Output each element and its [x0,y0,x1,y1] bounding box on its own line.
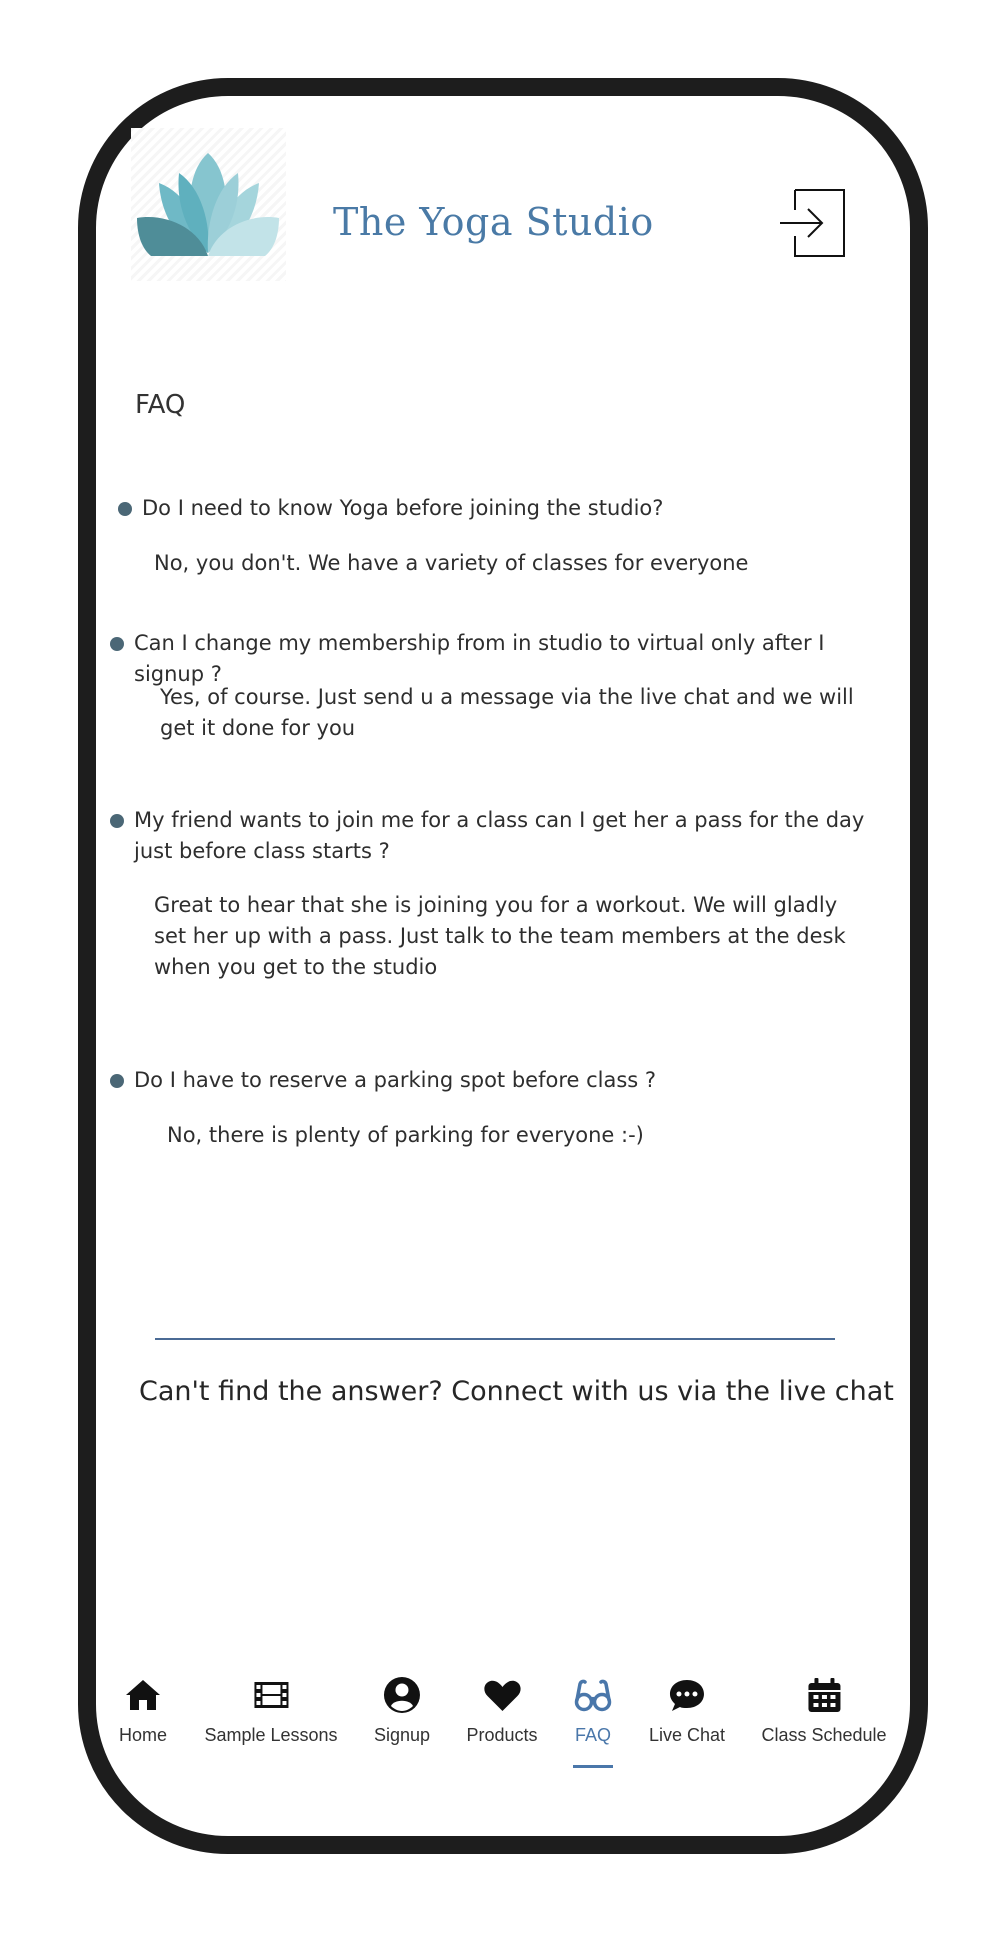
faq-item: Do I have to reserve a parking spot befo… [110,1065,890,1147]
user-circle-icon [384,1677,420,1713]
bullet-icon [110,814,124,828]
nav-item-signup[interactable]: Signup [374,1675,430,1746]
nav-item-faq[interactable]: FAQ [573,1675,613,1746]
faq-item: My friend wants to join me for a class c… [110,805,890,979]
nav-label: Sample Lessons [204,1725,338,1745]
faq-question: Do I have to reserve a parking spot befo… [134,1068,657,1092]
nav-label: FAQ [574,1725,611,1745]
film-icon [253,1682,288,1708]
heart-icon [483,1680,521,1711]
nav-label: Class Schedule [761,1725,887,1745]
active-tab-indicator [573,1765,613,1768]
live-chat-prompt: Can't find the answer? Connect with us v… [139,1376,894,1407]
nav-item-live-chat[interactable]: Live Chat [649,1675,725,1746]
faq-answer: No, there is plenty of parking for every… [167,1123,644,1147]
page-title: FAQ [135,390,186,420]
faq-answer: Great to hear that she is joining you fo… [154,893,846,979]
faq-answer: No, you don't. We have a variety of clas… [154,551,749,575]
nav-label: Signup [373,1725,431,1745]
divider [155,1338,835,1340]
nav-item-products[interactable]: Products [466,1675,538,1746]
nav-item-home[interactable]: Home [119,1675,167,1746]
nav-item-class-schedule[interactable]: Class Schedule [761,1675,887,1746]
home-icon [125,1680,160,1710]
brand-title: The Yoga Studio [333,200,654,244]
glasses-icon [574,1679,612,1712]
faq-question: Can I change my membership from in studi… [134,631,825,686]
faq-question-row: Do I have to reserve a parking spot befo… [110,1065,890,1096]
login-icon [780,189,845,257]
nav-label: Live Chat [648,1725,726,1745]
bullet-icon [110,637,124,651]
faq-question: Do I need to know Yoga before joining th… [142,496,664,520]
faq-item: Can I change my membership from in studi… [110,628,890,740]
nav-item-sample-lessons[interactable]: Sample Lessons [204,1675,338,1746]
lotus-logo-icon [131,128,286,281]
bottom-nav: Home Sample Lessons Signup Products FAQ … [0,1675,1007,1775]
chat-icon [669,1680,704,1711]
bullet-icon [110,1074,124,1088]
faq-question-row: My friend wants to join me for a class c… [110,805,880,867]
nav-label: Home [118,1725,168,1745]
faq-question-row: Do I need to know Yoga before joining th… [118,493,890,524]
login-button[interactable] [778,186,848,260]
faq-question-row: Can I change my membership from in studi… [110,628,890,690]
faq-item: Do I need to know Yoga before joining th… [110,493,890,575]
nav-label: Products [466,1725,538,1745]
faq-question: My friend wants to join me for a class c… [134,808,865,863]
faq-answer: Yes, of course. Just send u a message vi… [160,685,854,740]
calendar-icon [807,1678,840,1712]
bullet-icon [118,502,132,516]
